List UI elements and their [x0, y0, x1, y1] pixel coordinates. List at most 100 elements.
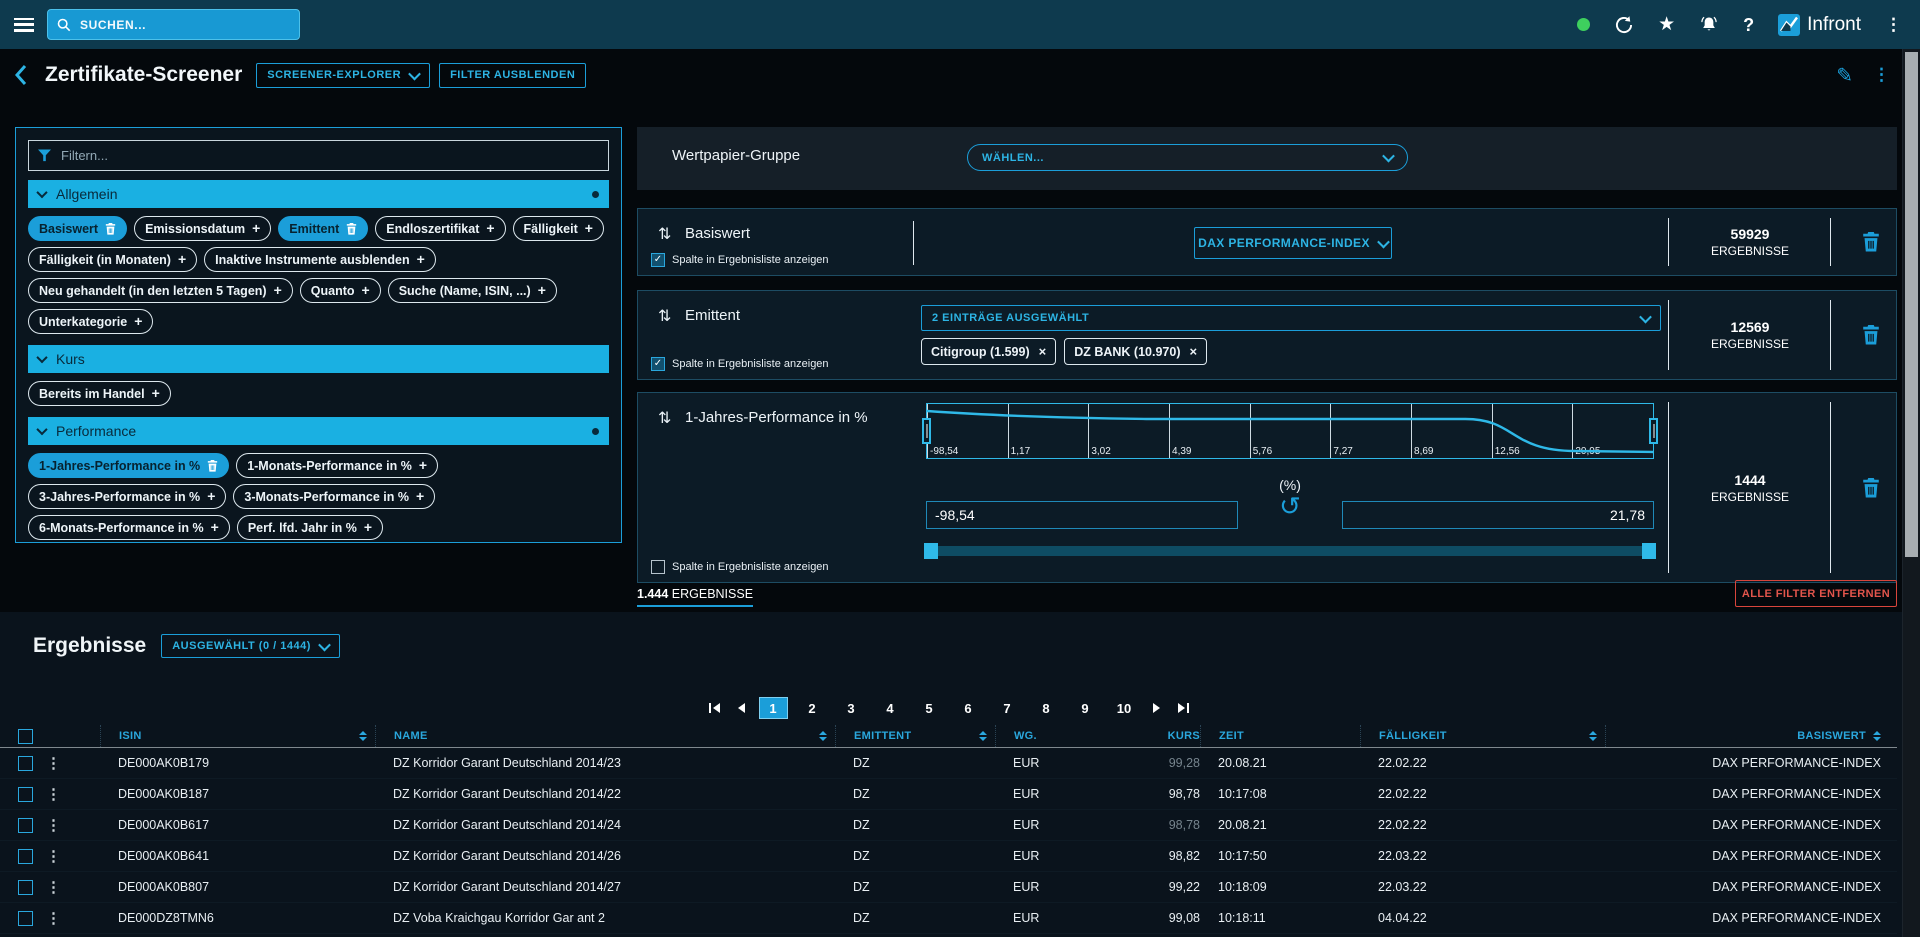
section-header-performance[interactable]: Performance	[28, 417, 609, 445]
column-header-zeit[interactable]: ZEIT	[1200, 725, 1360, 747]
row-menu-icon[interactable]: ⋮	[44, 878, 100, 896]
page-button[interactable]: 6	[955, 698, 982, 718]
screener-explorer-button[interactable]: SCREENER-EXPLORER	[256, 63, 430, 88]
sort-icon[interactable]	[1873, 731, 1881, 741]
filter-chip[interactable]: Inaktive Instrumente ausblenden +	[204, 247, 436, 272]
page-button[interactable]: 9	[1072, 698, 1099, 718]
filter-chip[interactable]: Suche (Name, ISIN, ...) +	[388, 278, 557, 303]
show-column-checkbox[interactable]: Spalte in Ergebnisliste anzeigen	[651, 560, 829, 574]
range-min-input[interactable]	[926, 501, 1238, 529]
selected-emittent-chip[interactable]: Citigroup (1.599) ×	[921, 338, 1056, 365]
select-all-checkbox[interactable]	[18, 729, 33, 744]
table-row[interactable]: ⋮ DE000AK0B617 DZ Korridor Garant Deutsc…	[0, 810, 1897, 841]
vertical-scrollbar[interactable]	[1902, 49, 1920, 937]
checkbox-unchecked-icon[interactable]	[651, 560, 665, 574]
selection-dropdown-button[interactable]: AUSGEWÄHLT (0 / 1444)	[161, 634, 340, 658]
range-slider[interactable]	[926, 546, 1654, 556]
range-handle-right[interactable]	[1649, 418, 1658, 444]
remove-filter-button[interactable]	[1846, 232, 1896, 252]
sort-icon[interactable]	[979, 731, 987, 741]
checkbox-checked-icon[interactable]: ✓	[651, 253, 665, 267]
table-row[interactable]: ⋮ DE000AK0B641 DZ Korridor Garant Deutsc…	[0, 841, 1897, 872]
filter-chip[interactable]: Quanto +	[300, 278, 381, 303]
table-row[interactable]: ⋮ DE000AK0B807 DZ Korridor Garant Deutsc…	[0, 872, 1897, 903]
overflow-menu-icon[interactable]: ⋮	[1885, 15, 1902, 35]
page-button[interactable]: 3	[838, 698, 865, 718]
filter-chip[interactable]: 6-Monats-Performance in % +	[28, 515, 230, 540]
checkbox-checked-icon[interactable]: ✓	[651, 357, 665, 371]
filter-chip[interactable]: Emittent	[278, 216, 368, 241]
page-button[interactable]: 8	[1033, 698, 1060, 718]
prev-page-button[interactable]	[735, 703, 748, 713]
remove-icon[interactable]: ×	[1039, 344, 1047, 359]
sort-icon[interactable]	[359, 731, 367, 741]
table-row[interactable]: ⋮ DE000AK0B187 DZ Korridor Garant Deutsc…	[0, 779, 1897, 810]
filter-chip[interactable]: 1-Jahres-Performance in %	[28, 453, 229, 478]
page-button[interactable]: 10	[1111, 698, 1138, 718]
column-header-kurs[interactable]: KURS	[1140, 725, 1200, 747]
sort-icon[interactable]	[1589, 731, 1597, 741]
filter-chip[interactable]: 1-Monats-Performance in % +	[236, 453, 438, 478]
row-menu-icon[interactable]: ⋮	[44, 909, 100, 927]
page-button[interactable]: 5	[916, 698, 943, 718]
basiswert-select[interactable]: DAX PERFORMANCE-INDEX	[1194, 227, 1392, 259]
filter-search[interactable]	[28, 140, 609, 171]
filter-chip[interactable]: Neu gehandelt (in den letzten 5 Tagen) +	[28, 278, 293, 303]
filter-chip[interactable]: Fälligkeit +	[513, 216, 604, 241]
reorder-updown-icon[interactable]: ⇅	[658, 224, 671, 244]
table-row[interactable]: ⋮ DE000AK0B179 DZ Korridor Garant Deutsc…	[0, 748, 1897, 779]
reorder-updown-icon[interactable]: ⇅	[658, 306, 671, 326]
total-results-link[interactable]: 1.444 ERGEBNISSE	[637, 587, 753, 607]
range-handle-left[interactable]	[922, 418, 931, 444]
help-icon[interactable]: ?	[1743, 16, 1754, 34]
performance-histogram[interactable]: -98,54 1,17 3,02 4,39 5,76	[926, 403, 1654, 459]
slider-handle-right[interactable]	[1642, 543, 1656, 559]
global-search[interactable]	[47, 9, 300, 40]
scrollbar-thumb[interactable]	[1905, 52, 1918, 557]
section-header-allgemein[interactable]: Allgemein	[28, 180, 609, 208]
row-menu-icon[interactable]: ⋮	[44, 847, 100, 865]
filter-chip[interactable]: Perf. lfd. Jahr in % +	[237, 515, 383, 540]
row-checkbox[interactable]	[18, 787, 33, 802]
refresh-icon[interactable]	[1614, 15, 1634, 35]
filter-chip[interactable]: Unterkategorie +	[28, 309, 153, 334]
row-checkbox[interactable]	[18, 911, 33, 926]
row-menu-icon[interactable]: ⋮	[44, 816, 100, 834]
last-page-button[interactable]	[1175, 703, 1192, 713]
page-button[interactable]: 7	[994, 698, 1021, 718]
column-header-emittent[interactable]: EMITTENT	[835, 725, 995, 747]
filter-search-input[interactable]	[59, 147, 599, 164]
page-button[interactable]: 4	[877, 698, 904, 718]
row-checkbox[interactable]	[18, 849, 33, 864]
next-page-button[interactable]	[1150, 703, 1163, 713]
clear-all-filters-button[interactable]: ALLE FILTER ENTFERNEN	[1735, 580, 1897, 607]
reorder-updown-icon[interactable]: ⇅	[658, 408, 671, 428]
show-column-checkbox[interactable]: ✓ Spalte in Ergebnisliste anzeigen	[651, 253, 829, 267]
favorites-star-icon[interactable]: ★	[1658, 15, 1675, 34]
row-menu-icon[interactable]: ⋮	[44, 754, 100, 772]
table-row[interactable]: ⋮ DE000DZ8TMN6 DZ Voba Kraichgau Korrido…	[0, 903, 1897, 934]
show-column-checkbox[interactable]: ✓ Spalte in Ergebnisliste anzeigen	[651, 357, 829, 371]
emittent-select[interactable]: 2 EINTRÄGE AUSGEWÄHLT	[921, 305, 1661, 331]
menu-icon[interactable]	[14, 18, 34, 32]
selected-emittent-chip[interactable]: DZ BANK (10.970) ×	[1064, 338, 1207, 365]
column-header-name[interactable]: NAME	[375, 725, 835, 747]
slider-handle-left[interactable]	[924, 543, 938, 559]
edit-pencil-icon[interactable]: ✎	[1836, 63, 1853, 88]
wertpapier-gruppe-select[interactable]: WÄHLEN...	[967, 144, 1408, 171]
filter-chip[interactable]: Basiswert	[28, 216, 127, 241]
sort-icon[interactable]	[819, 731, 827, 741]
column-header-wg[interactable]: WG.	[995, 725, 1140, 747]
column-header-faelligkeit[interactable]: FÄLLIGKEIT	[1360, 725, 1605, 747]
column-header-isin[interactable]: ISIN	[100, 725, 375, 747]
page-button[interactable]: 2	[799, 698, 826, 718]
row-checkbox[interactable]	[18, 880, 33, 895]
hide-filters-button[interactable]: FILTER AUSBLENDEN	[439, 63, 586, 88]
first-page-button[interactable]	[706, 703, 723, 713]
page-overflow-menu-icon[interactable]: ⋮	[1873, 65, 1890, 85]
remove-filter-button[interactable]	[1846, 325, 1896, 345]
column-header-basiswert[interactable]: BASISWERT	[1605, 725, 1897, 747]
remove-icon[interactable]: ×	[1190, 344, 1198, 359]
row-checkbox[interactable]	[18, 756, 33, 771]
filter-chip[interactable]: Emissionsdatum +	[134, 216, 271, 241]
